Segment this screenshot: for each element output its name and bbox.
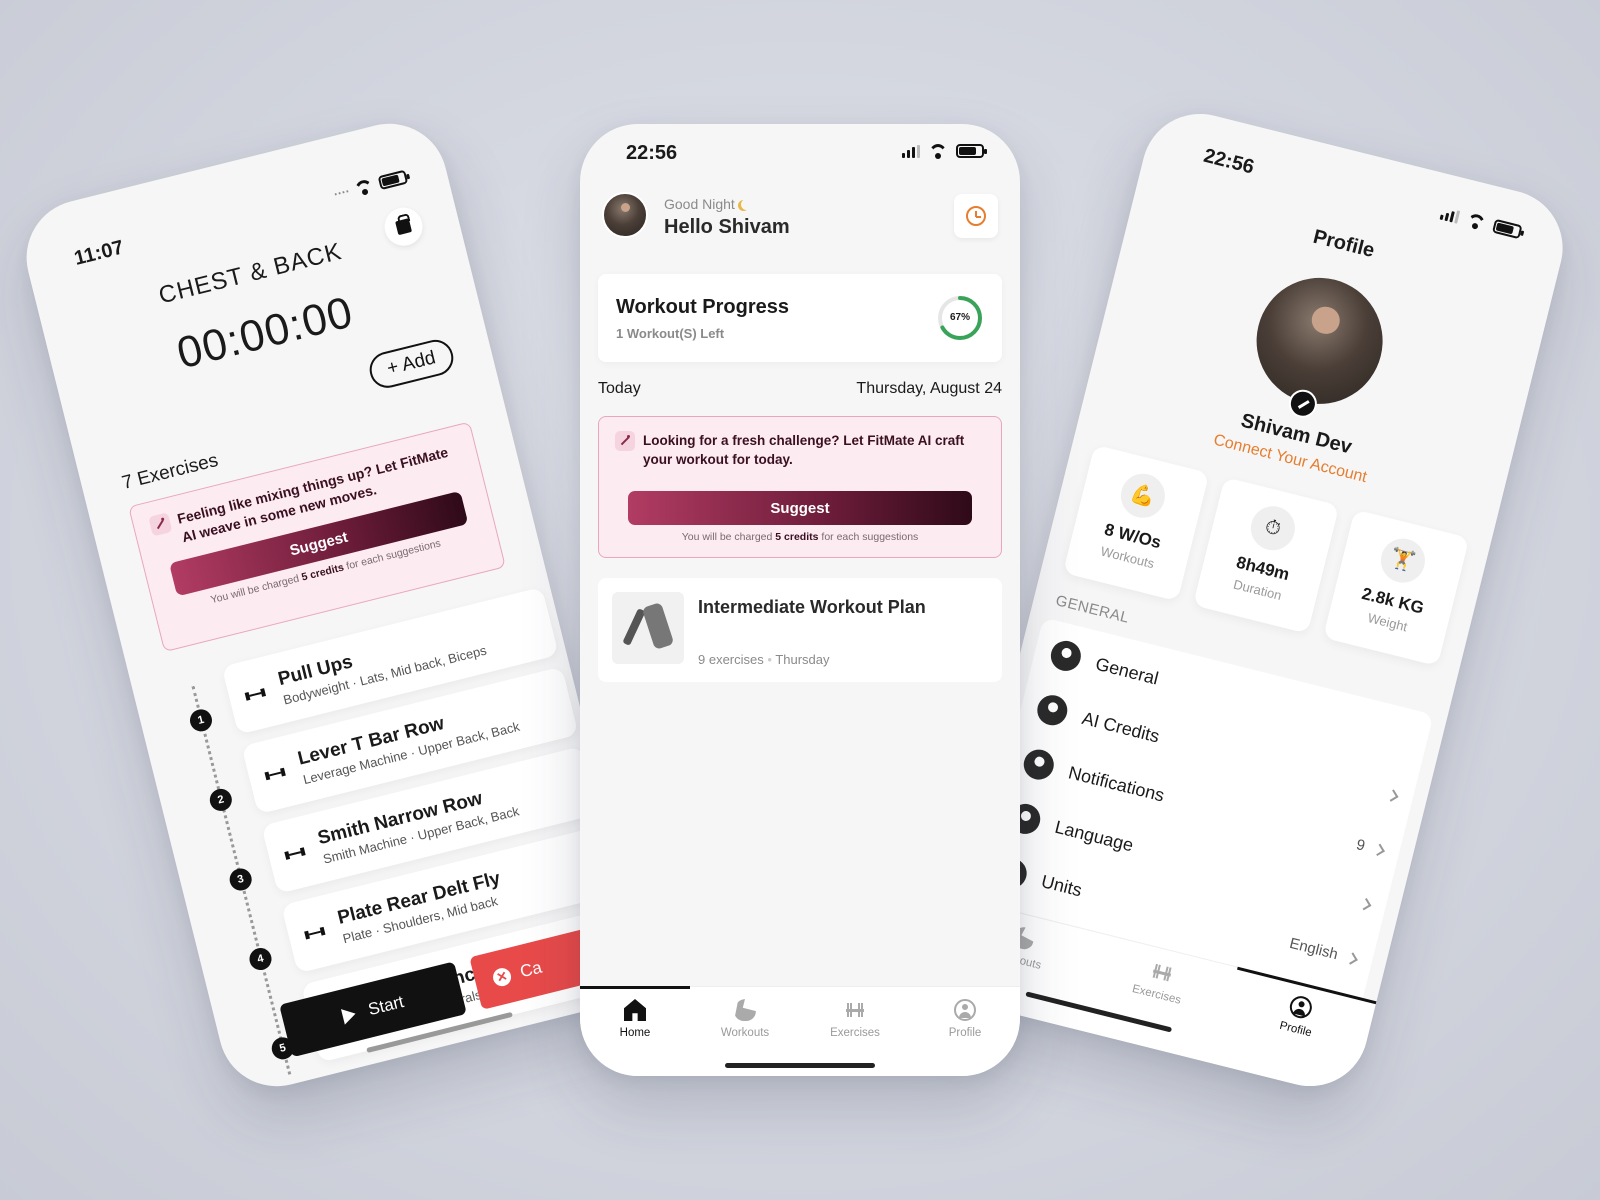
greeting-name: Hello Shivam [664, 216, 790, 238]
avatar[interactable] [602, 192, 648, 238]
status-time: 22:56 [626, 142, 678, 164]
battery-icon [1491, 218, 1523, 240]
home-icon [624, 999, 646, 1021]
workout-plan-card[interactable]: Intermediate Workout Plan 9 exercises • … [598, 578, 1002, 682]
profile-avatar[interactable] [1243, 264, 1396, 418]
barbell-icon [1149, 959, 1176, 986]
tab-profile[interactable]: Profile [910, 987, 1020, 1076]
magic-wand-icon [615, 431, 635, 451]
status-icons: ···· [330, 166, 409, 205]
suggest-button[interactable]: Suggest [628, 491, 972, 525]
signal-icon: ···· [330, 180, 351, 204]
stat-duration: ⏱ 8h49m Duration [1192, 477, 1340, 634]
step-number: 1 [187, 707, 215, 734]
greeting-subtitle: Good Night [664, 196, 752, 212]
history-button[interactable] [954, 194, 998, 238]
plan-title: Intermediate Workout Plan [698, 597, 926, 617]
workout-progress-card[interactable]: Workout Progress 1 Workout(S) Left 67% [598, 274, 1002, 362]
barbell-icon [844, 999, 866, 1021]
section-label: GENERAL [1053, 592, 1132, 627]
add-exercise-button[interactable]: + Add [365, 336, 458, 392]
status-icons [1439, 206, 1523, 240]
stat-weight: 🏋 2.8k KG Weight [1322, 509, 1470, 667]
today-label: Today [598, 380, 641, 397]
today-date: Thursday, August 24 [856, 380, 1002, 397]
tab-home[interactable]: Home [580, 986, 690, 1076]
play-icon [340, 1006, 358, 1025]
clock-icon [966, 206, 986, 226]
stopwatch-icon: ⏱ [1246, 501, 1300, 555]
magic-wand-icon [148, 512, 173, 537]
flex-arm-icon: 💪 [1116, 469, 1170, 523]
wifi-icon [352, 177, 375, 195]
close-icon: ✕ [491, 966, 513, 989]
signal-icon [902, 144, 920, 158]
step-number: 2 [207, 786, 235, 814]
battery-icon [956, 144, 987, 158]
dumbbell-icon [304, 927, 325, 940]
user-icon [1047, 637, 1085, 675]
user-icon [1287, 993, 1315, 1021]
battery-icon [377, 169, 409, 190]
status-time: 22:56 [1201, 144, 1257, 179]
ai-message: Looking for a fresh challenge? Let FitMa… [643, 433, 965, 467]
status-time: 11:07 [72, 236, 126, 270]
status-icons [902, 144, 987, 159]
plan-thumbnail [612, 592, 684, 664]
dumbbell-icon [245, 688, 266, 701]
wifi-icon [928, 144, 948, 159]
ai-suggest-card: Looking for a fresh challenge? Let FitMa… [598, 416, 1002, 558]
home-indicator [725, 1063, 875, 1068]
step-number: 4 [247, 945, 274, 973]
weightlifter-icon: 🏋 [1376, 533, 1430, 588]
progress-subtitle: 1 Workout(S) Left [616, 326, 725, 341]
chevron-right-icon [1345, 951, 1358, 965]
user-icon [954, 999, 976, 1021]
credit-charge-note: You will be charged 5 credits for each s… [681, 531, 919, 543]
home-screen: 22:56 Good Night Hello Shivam Workout Pr… [580, 124, 1020, 1076]
moon-icon [741, 199, 752, 210]
flex-arm-icon [734, 999, 756, 1021]
cube-icon [1034, 692, 1071, 729]
bell-icon [1020, 746, 1057, 783]
plan-meta: 9 exercises • Thursday [698, 652, 830, 667]
progress-title: Workout Progress [616, 296, 789, 318]
wifi-icon [1465, 212, 1488, 230]
step-number: 3 [227, 866, 254, 893]
stat-workouts: 💪 8 W/Os Workouts [1062, 444, 1210, 602]
dumbbell-icon [284, 847, 305, 860]
dumbbell-icon [264, 768, 285, 781]
chevron-right-icon [1372, 843, 1386, 856]
progress-percent: 67% [949, 312, 970, 323]
workout-session-screen: 11:07 ···· CHEST & BACK 00:00:00 + Add 7… [14, 111, 652, 1099]
profile-screen: 22:56 Profile Shivam Dev Connect Your Ac… [935, 101, 1575, 1099]
signal-icon [1439, 206, 1461, 224]
